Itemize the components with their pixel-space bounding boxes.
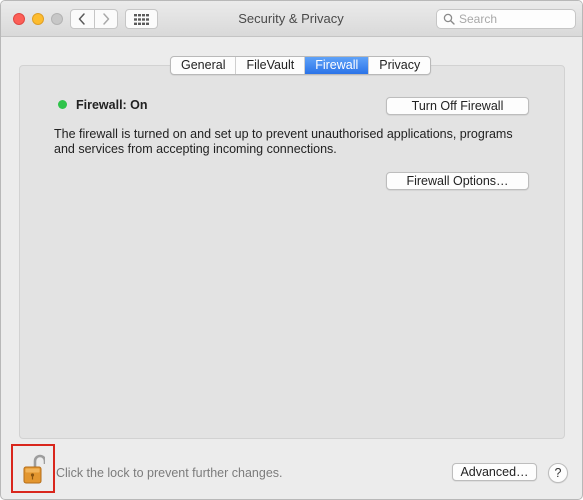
firewall-status-indicator [58,100,67,109]
security-privacy-window: Security & Privacy General FileVault Fir… [0,0,583,500]
back-button[interactable] [71,10,94,28]
advanced-button[interactable]: Advanced… [452,463,537,481]
tab-privacy[interactable]: Privacy [368,57,430,74]
tab-general[interactable]: General [171,57,235,74]
window-title: Security & Privacy [238,11,344,26]
forward-button[interactable] [93,10,118,28]
navigation-buttons [70,9,118,29]
firewall-description: The firewall is turned on and set up to … [54,127,513,156]
tab-bar: General FileVault Firewall Privacy [170,56,432,75]
search-icon [443,13,455,25]
chevron-right-icon [103,13,109,25]
firewall-panel [19,65,565,439]
show-all-preferences-button[interactable] [125,9,158,29]
firewall-status-label: Firewall: On [76,98,148,112]
search-field[interactable] [436,9,576,29]
chevron-left-icon [79,13,85,25]
title-bar: Security & Privacy [1,1,582,37]
search-input[interactable] [459,12,569,26]
firewall-options-button[interactable]: Firewall Options… [386,172,529,190]
lock-message: Click the lock to prevent further change… [56,466,283,480]
grid-icon [134,13,149,25]
tab-firewall[interactable]: Firewall [304,57,369,74]
help-button[interactable]: ? [548,463,568,483]
close-window-button[interactable] [13,13,25,25]
zoom-window-button[interactable] [51,13,63,25]
unlocked-padlock-icon [23,454,45,484]
lock-button[interactable] [11,444,55,493]
turn-off-firewall-button[interactable]: Turn Off Firewall [386,97,529,115]
minimize-window-button[interactable] [32,13,44,25]
tab-filevault[interactable]: FileVault [235,57,304,74]
